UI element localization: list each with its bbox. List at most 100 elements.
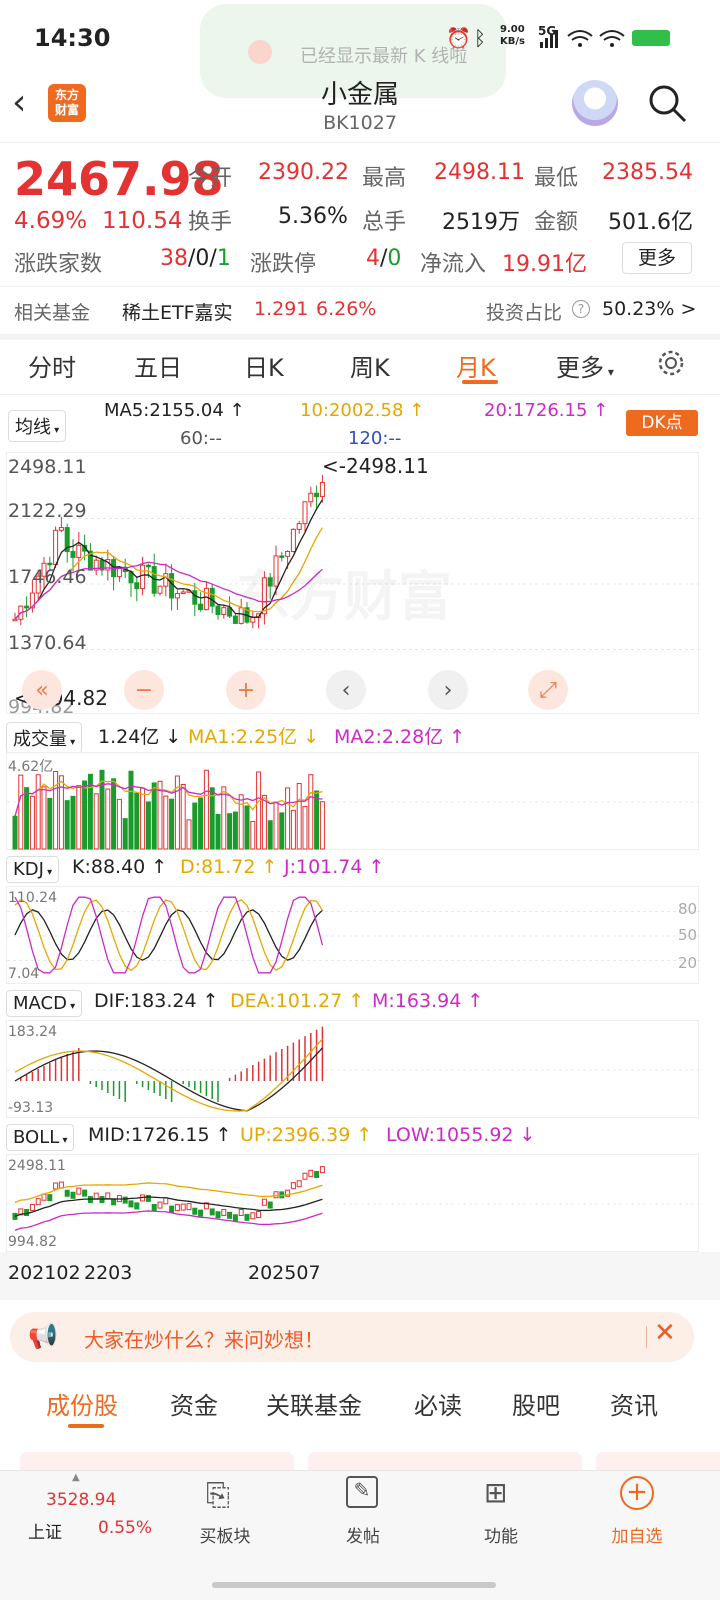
volume-indicator-label: 成交量	[13, 729, 67, 750]
candle-body	[157, 585, 163, 594]
turnover-label: 换手	[188, 210, 233, 235]
index-value[interactable]: 3528.94	[46, 1490, 116, 1510]
nav-functions[interactable]: 功能	[446, 1522, 556, 1547]
nav-buy-sector[interactable]: 买板块	[170, 1522, 280, 1547]
tab-funds-flow[interactable]: 资金	[170, 1386, 218, 1421]
dropdown-icon: ▾	[604, 365, 614, 379]
banner-close-icon[interactable]: ✕	[654, 1318, 676, 1348]
boll-candle	[273, 1191, 279, 1199]
tab-constituents[interactable]: 成份股	[46, 1386, 118, 1421]
kdj-line	[14, 896, 324, 974]
more-button[interactable]: 更多	[622, 242, 692, 274]
nav-add-watchlist[interactable]: 加自选	[582, 1522, 692, 1547]
ma-indicator-select[interactable]: 均线 ▾	[8, 410, 67, 442]
open-value: 2390.22	[258, 160, 349, 185]
index-name[interactable]: 上证	[28, 1518, 62, 1543]
limit-down: 0	[387, 246, 402, 271]
tab-related-funds[interactable]: 关联基金	[266, 1386, 362, 1421]
assistant-robot-icon[interactable]	[572, 80, 618, 126]
boll-candle	[163, 1197, 169, 1205]
volume-bar	[238, 794, 244, 850]
tab-more-label: 更多	[556, 354, 604, 382]
volume-bar	[314, 790, 320, 850]
boll-candle	[128, 1200, 134, 1208]
candle-body	[24, 605, 30, 609]
netflow-value: 19.91亿	[502, 252, 587, 277]
scroll-right-icon[interactable]: ›	[428, 670, 468, 710]
change-pct: 4.69%	[14, 208, 88, 234]
kdj-indicator-select[interactable]: KDJ ▾	[6, 856, 60, 883]
boll-candle	[64, 1189, 70, 1197]
home-indicator	[212, 1582, 496, 1588]
volume-bar	[261, 794, 267, 850]
boll-candle	[238, 1208, 244, 1216]
scroll-left-icon[interactable]: ‹	[326, 670, 366, 710]
tab-daily-k[interactable]: 日K	[244, 348, 284, 383]
volume-bar	[29, 795, 35, 850]
high-label: 最高	[362, 166, 407, 191]
bluetooth-icon: ᛒ	[474, 26, 486, 50]
bottom-tab-indicator	[68, 1424, 104, 1428]
page-subtitle-code: BK1027	[323, 112, 397, 134]
zoom-in-icon[interactable]: +	[226, 670, 266, 710]
macd-indicator-select[interactable]: MACD ▾	[6, 990, 83, 1017]
boll-candle	[41, 1193, 47, 1201]
candle-body	[58, 527, 64, 531]
open-label: 今开	[188, 166, 233, 191]
card-peek-2	[308, 1452, 582, 1472]
fund-name[interactable]: 稀土ETF嘉实	[122, 298, 233, 325]
volume-bar	[180, 783, 186, 850]
index-pct[interactable]: 0.55%	[98, 1518, 152, 1538]
kdj-level-80: 80	[678, 900, 698, 918]
boll-candle	[244, 1213, 250, 1221]
kdj-j: J:101.74 ↑	[284, 856, 385, 878]
volume-indicator-select[interactable]: 成交量 ▾	[6, 722, 83, 754]
boll-axis-bottom: 994.82	[8, 1234, 57, 1250]
zoom-out-icon[interactable]: −	[124, 670, 164, 710]
candle-body	[290, 528, 296, 552]
macd-chart	[6, 1020, 700, 1118]
search-icon[interactable]	[646, 82, 688, 124]
boll-candle	[267, 1201, 273, 1209]
breadth-label: 涨跌家数	[14, 252, 103, 277]
fullscreen-icon[interactable]: ⤢	[528, 670, 568, 710]
fund-label: 相关基金	[14, 302, 91, 324]
tab-five-day[interactable]: 五日	[134, 348, 182, 383]
tab-more[interactable]: 更多 ▾	[556, 348, 614, 383]
boll-axis-top: 2498.11	[8, 1158, 66, 1174]
settings-gear-icon[interactable]	[656, 348, 686, 378]
amount-label: 金额	[534, 210, 579, 235]
ask-banner[interactable]: 📢 大家在炒什么？来问妙想！ ✕	[10, 1312, 694, 1362]
tab-must-read[interactable]: 必读	[414, 1386, 462, 1421]
macd-dea: DEA:101.27 ↑	[230, 990, 365, 1012]
breadth-flat: 0	[195, 246, 210, 271]
candle-body	[174, 593, 180, 599]
volume-bar	[53, 771, 59, 850]
boll-chart	[6, 1154, 700, 1252]
breadth-down: 1	[216, 246, 231, 271]
x-axis-end: 202507	[248, 1262, 321, 1284]
volume-bar	[285, 787, 291, 850]
back-icon[interactable]: ‹	[12, 82, 26, 123]
kdj-svg	[7, 896, 700, 974]
volume-bar	[35, 774, 41, 850]
boll-band-line	[14, 1196, 323, 1218]
scroll-left-fast-icon[interactable]: «	[22, 670, 62, 710]
tab-news[interactable]: 资讯	[610, 1386, 658, 1421]
volume-bar	[279, 812, 285, 850]
tab-weekly-k[interactable]: 周K	[350, 348, 390, 383]
tab-intraday[interactable]: 分时	[28, 348, 76, 383]
boll-indicator-select[interactable]: BOLL ▾	[6, 1124, 75, 1151]
tab-forum[interactable]: 股吧	[512, 1386, 560, 1421]
candle-body	[302, 501, 308, 525]
fund-ratio[interactable]: 50.23% >	[602, 298, 696, 320]
kdj-d: D:81.72 ↑	[180, 856, 278, 878]
dk-point-button[interactable]: DK点	[626, 410, 698, 436]
volume-bar	[122, 818, 128, 850]
nav-post[interactable]: 发帖	[308, 1522, 418, 1547]
boll-candle	[134, 1202, 140, 1210]
tab-monthly-k[interactable]: 月K	[456, 348, 496, 383]
macd-axis-bottom: -93.13	[8, 1100, 54, 1116]
help-icon[interactable]: ?	[572, 300, 590, 318]
volume-bar	[82, 780, 88, 850]
